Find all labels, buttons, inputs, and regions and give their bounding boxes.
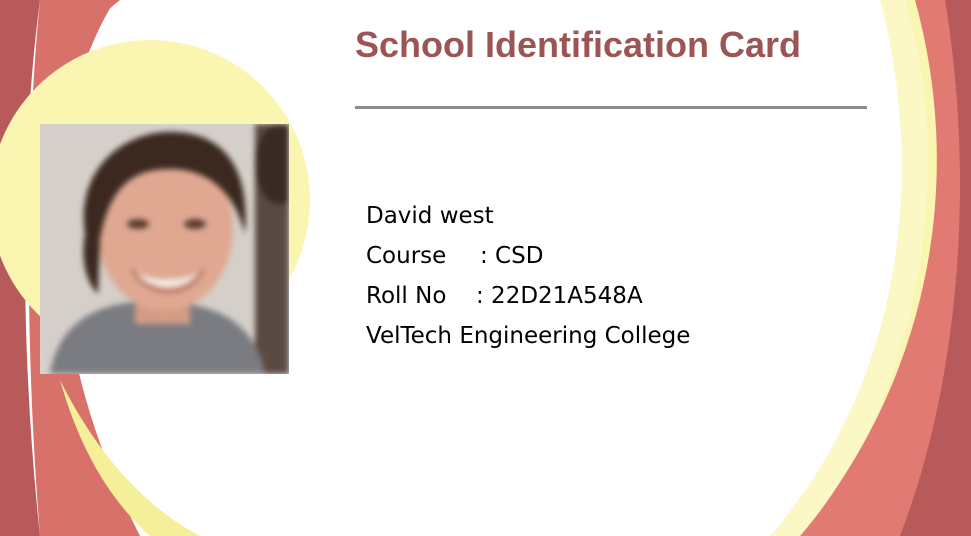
person-photo-icon [40,124,289,374]
course-row: Course : CSD [366,236,690,276]
roll-value: : 22D21A548A [476,283,643,309]
course-label: Course [366,243,447,269]
roll-label: Roll No [366,283,447,309]
id-card: School Identification Card David west Co… [0,0,971,536]
card-title: School Identification Card [355,24,802,65]
course-value: : CSD [480,243,544,269]
student-name: David west [366,203,494,229]
college-name: VelTech Engineering College [366,323,691,349]
roll-row: Roll No : 22D21A548A [366,276,690,316]
student-details: David west Course : CSD Roll No : 22D21A54… [366,196,690,356]
student-photo [40,124,289,374]
title-divider [355,106,867,109]
